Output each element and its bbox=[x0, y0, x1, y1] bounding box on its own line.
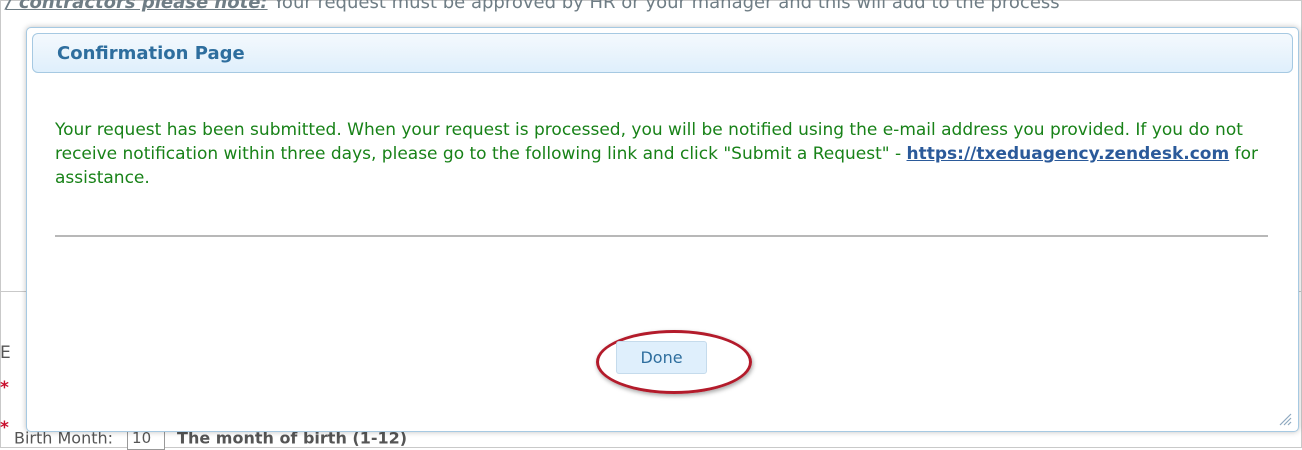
dialog-divider bbox=[55, 235, 1268, 237]
zendesk-link[interactable]: https://txeduagency.zendesk.com bbox=[907, 144, 1230, 164]
confirmation-message: Your request has been submitted. When yo… bbox=[55, 118, 1280, 190]
resize-grip-icon[interactable] bbox=[1278, 411, 1292, 426]
confirmation-dialog: Confirmation Page Your request has been … bbox=[26, 27, 1299, 432]
required-mark: * bbox=[0, 418, 9, 438]
required-mark: * bbox=[0, 378, 9, 398]
dialog-titlebar[interactable]: Confirmation Page bbox=[32, 33, 1293, 73]
dialog-title: Confirmation Page bbox=[57, 43, 245, 64]
done-button[interactable]: Done bbox=[616, 341, 707, 374]
background-note: / contractors please note: Your request … bbox=[6, 0, 1060, 13]
background-label-fragment: E bbox=[0, 343, 11, 363]
